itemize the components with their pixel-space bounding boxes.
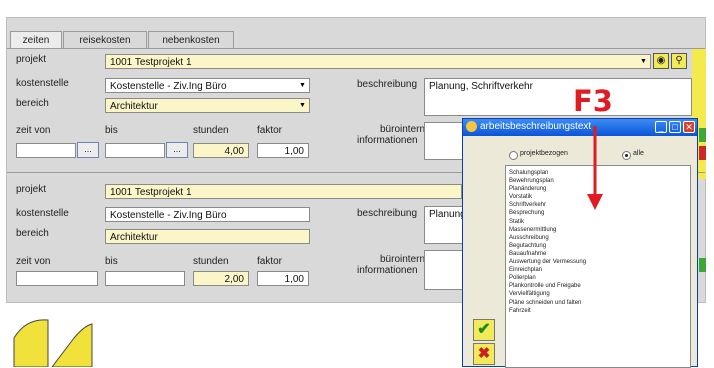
chevron-down-icon[interactable]: ▼ bbox=[297, 100, 308, 111]
zeit-von-label: zeit von bbox=[16, 125, 51, 136]
radio-alle-label: alle bbox=[633, 150, 644, 157]
arbeitsbeschreibungstext-dialog: arbeitsbeschreibungstext _ □ ✕ projektbe… bbox=[462, 118, 698, 368]
list-item[interactable]: Fahrzeit bbox=[509, 307, 687, 315]
stunden-label: stunden bbox=[193, 125, 229, 136]
close-icon[interactable]: ✕ bbox=[683, 121, 695, 133]
kostenstelle-label: kostenstelle bbox=[16, 78, 69, 89]
kostenstelle-label: kostenstelle bbox=[16, 208, 69, 219]
kostenstelle-select[interactable]: Kostenstelle - Ziv.Ing Büro ▼ bbox=[105, 78, 310, 93]
radio-projektbezogen-label: projektbezogen bbox=[520, 150, 568, 157]
list-item[interactable]: Einreichplan bbox=[509, 266, 687, 274]
buero-label-line2: informationen bbox=[357, 265, 418, 276]
beschreibung-label: beschreibung bbox=[357, 208, 418, 219]
list-item[interactable]: Vervielfältigung bbox=[509, 290, 687, 298]
tab-divider bbox=[7, 48, 705, 49]
list-item[interactable]: Auswertung der Vermessung bbox=[509, 258, 687, 266]
buero-label-line2: informationen bbox=[357, 135, 418, 146]
dialog-title: arbeitsbeschreibungstext bbox=[480, 121, 592, 132]
projekt-value: 1001 Testprojekt 1 bbox=[110, 187, 192, 198]
accept-edge-accent[interactable] bbox=[699, 258, 706, 272]
zeit-von-label: zeit von bbox=[16, 256, 51, 267]
zeit-von-input[interactable] bbox=[16, 143, 76, 158]
stunden-field[interactable]: 2,00 bbox=[193, 271, 249, 286]
list-item[interactable]: Polierplan bbox=[509, 274, 687, 282]
target-icon[interactable]: ◉ bbox=[653, 53, 669, 69]
list-item[interactable]: Pläne schneiden und falten bbox=[509, 299, 687, 307]
bis-label: bis bbox=[105, 125, 118, 136]
chevron-down-icon[interactable]: ▼ bbox=[638, 56, 649, 67]
tab-reisekosten[interactable]: reisekosten bbox=[63, 31, 147, 48]
beschreibung-label: beschreibung bbox=[357, 79, 418, 90]
projekt-select[interactable]: 1001 Testprojekt 1 ▼ bbox=[105, 54, 651, 69]
buero-info-textarea[interactable] bbox=[424, 250, 464, 290]
list-item[interactable]: Statik bbox=[509, 218, 687, 226]
dialog-titlebar[interactable]: arbeitsbeschreibungstext _ □ ✕ bbox=[463, 119, 697, 136]
maximize-icon[interactable]: □ bbox=[669, 121, 681, 133]
projekt-label: projekt bbox=[16, 184, 47, 195]
list-item[interactable]: Massenermittlung bbox=[509, 226, 687, 234]
bereich-field[interactable]: Architektur bbox=[105, 229, 310, 244]
tab-zeiten[interactable]: zeiten bbox=[10, 31, 62, 49]
bis-input[interactable] bbox=[105, 143, 165, 158]
beschreibung-textarea[interactable]: Planung, Schriftverkehr bbox=[424, 78, 692, 116]
projekt-value: 1001 Testprojekt 1 bbox=[110, 57, 192, 68]
bereich-value: Architektur bbox=[110, 101, 158, 112]
beschreibung-value: Planung, Schriftverkehr bbox=[429, 81, 533, 92]
reject-edge-accent[interactable] bbox=[699, 146, 706, 160]
zeit-von-input[interactable] bbox=[16, 271, 98, 286]
radio-alle[interactable] bbox=[622, 151, 631, 160]
radio-projektbezogen[interactable] bbox=[509, 151, 518, 160]
bereich-label: bereich bbox=[16, 228, 49, 239]
zeit-von-picker-button[interactable]: ... bbox=[77, 142, 99, 158]
bereich-value: Architektur bbox=[110, 232, 158, 243]
down-arrow-annotation bbox=[587, 126, 603, 210]
bis-picker-button[interactable]: ... bbox=[166, 142, 188, 158]
tab-nebenkosten[interactable]: nebenkosten bbox=[148, 31, 234, 48]
stunden-label: stunden bbox=[193, 256, 229, 267]
projekt-label: projekt bbox=[16, 54, 47, 65]
bis-input[interactable] bbox=[105, 271, 185, 286]
faktor-label: faktor bbox=[257, 256, 283, 267]
f3-key-annotation: F3 bbox=[573, 84, 613, 118]
beschreibung-value: Planung bbox=[429, 209, 466, 220]
accept-edge-accent[interactable] bbox=[699, 128, 706, 142]
bis-label: bis bbox=[105, 256, 118, 267]
app-icon bbox=[466, 121, 477, 132]
bereich-label: bereich bbox=[16, 98, 49, 109]
minimize-icon[interactable]: _ bbox=[655, 121, 667, 133]
list-item[interactable]: Begutachtung bbox=[509, 242, 687, 250]
radio-dot bbox=[625, 154, 628, 157]
beschreibung-textarea[interactable]: Planung bbox=[424, 206, 466, 244]
kostenstelle-value: Kostenstelle - Ziv.Ing Büro bbox=[110, 81, 227, 92]
cancel-button[interactable]: ✖ bbox=[473, 343, 495, 365]
buero-label-line1: büro­interne bbox=[380, 254, 431, 265]
kostenstelle-field[interactable]: Kostenstelle - Ziv.Ing Büro bbox=[105, 207, 310, 222]
faktor-field[interactable]: 1,00 bbox=[257, 271, 309, 286]
list-item[interactable]: Bauaufnahme bbox=[509, 250, 687, 258]
kostenstelle-value: Kostenstelle - Ziv.Ing Büro bbox=[110, 210, 227, 221]
bereich-select[interactable]: Architektur ▼ bbox=[105, 98, 310, 113]
buero-label-line1: büro­interne bbox=[380, 124, 431, 135]
faktor-field[interactable]: 1,00 bbox=[257, 143, 309, 158]
app-logo bbox=[13, 319, 93, 367]
projekt-field[interactable]: 1001 Testprojekt 1 bbox=[105, 184, 462, 199]
faktor-label: faktor bbox=[257, 125, 283, 136]
stunden-field[interactable]: 4,00 bbox=[193, 143, 249, 158]
ok-button[interactable]: ✔ bbox=[473, 319, 495, 341]
search-icon[interactable]: ⚲ bbox=[671, 53, 687, 69]
chevron-down-icon[interactable]: ▼ bbox=[297, 80, 308, 91]
list-item[interactable]: Plankontrolle und Freigabe bbox=[509, 282, 687, 290]
list-item[interactable]: Ausschreibung bbox=[509, 234, 687, 242]
buero-info-textarea[interactable] bbox=[424, 122, 464, 160]
